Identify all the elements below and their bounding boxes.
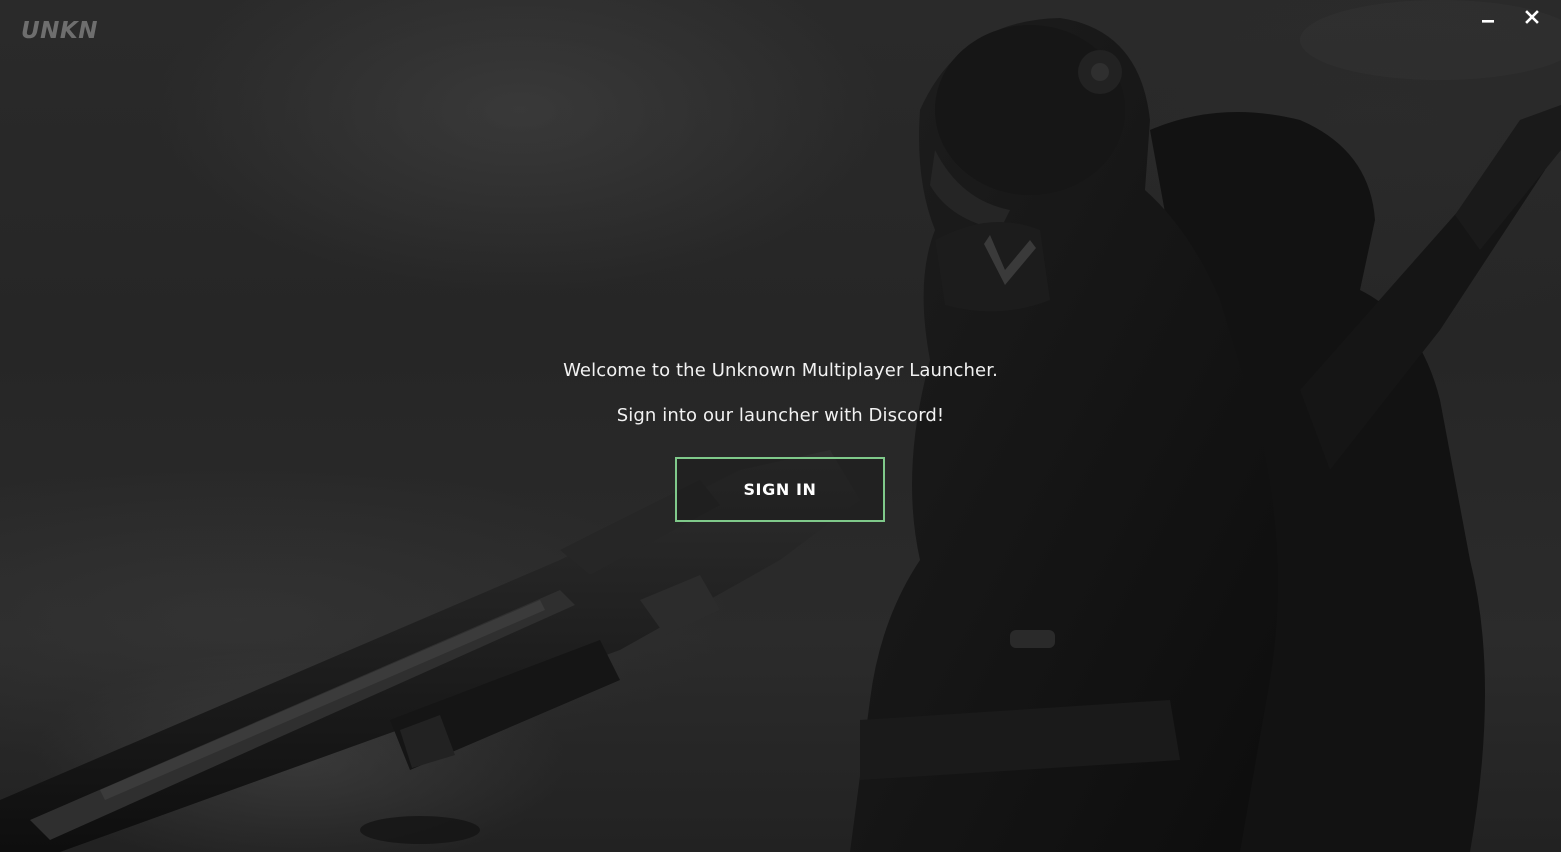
close-button[interactable] [1515,4,1549,30]
welcome-text: Welcome to the Unknown Multiplayer Launc… [563,360,998,381]
welcome-panel: Welcome to the Unknown Multiplayer Launc… [0,355,1561,432]
sign-in-label: SIGN IN [743,480,817,499]
minimize-icon [1482,20,1494,23]
sign-in-prompt: Sign into our launcher with Discord! [616,405,945,426]
close-icon [1525,10,1539,24]
launcher-window: UNKN Welcome to the Unknown Multiplayer … [0,0,1561,852]
minimize-button[interactable] [1471,4,1505,30]
svg-text:UNKN: UNKN [21,18,98,44]
sign-in-button[interactable]: SIGN IN [675,457,885,522]
unkn-logo: UNKN [21,18,98,44]
